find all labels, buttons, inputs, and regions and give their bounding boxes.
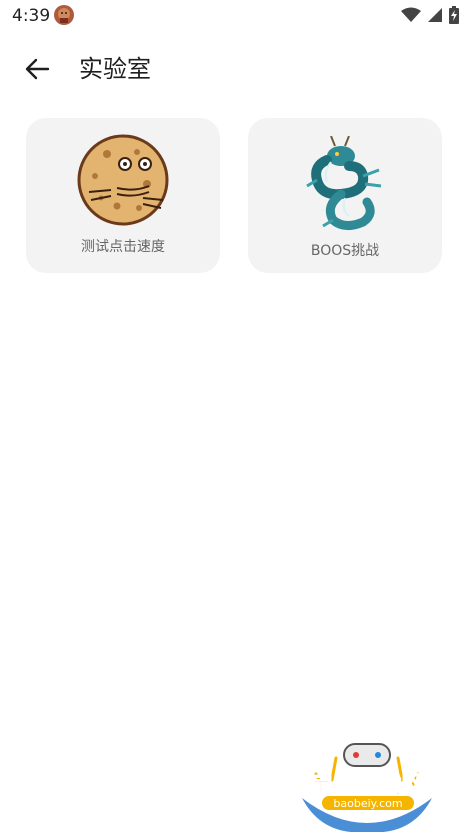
boss-challenge-card[interactable]: BOOS挑战: [248, 118, 442, 273]
watermark-title: 宝贝游戏网: [310, 771, 425, 798]
back-button[interactable]: [20, 52, 54, 86]
cookie-face-icon: [77, 134, 169, 226]
notification-avatar-icon: [54, 5, 74, 25]
status-bar: 4:39: [0, 0, 469, 32]
wifi-icon: [401, 7, 421, 22]
click-speed-test-card[interactable]: 测试点击速度: [26, 118, 220, 273]
watermark-logo: 宝贝游戏网 baobeiy.com: [292, 740, 442, 833]
card-label: 测试点击速度: [81, 239, 165, 255]
cell-signal-icon: [428, 8, 442, 22]
page-title: 实验室: [79, 55, 151, 83]
status-time: 4:39: [12, 6, 51, 26]
arrow-left-icon: [25, 58, 50, 80]
watermark-url: baobeiy.com: [333, 797, 402, 810]
status-icons: [401, 6, 459, 24]
app-bar: 实验室: [0, 40, 469, 98]
battery-charging-icon: [449, 6, 459, 24]
dragon-icon: [306, 136, 382, 230]
card-label: BOOS挑战: [310, 243, 380, 259]
